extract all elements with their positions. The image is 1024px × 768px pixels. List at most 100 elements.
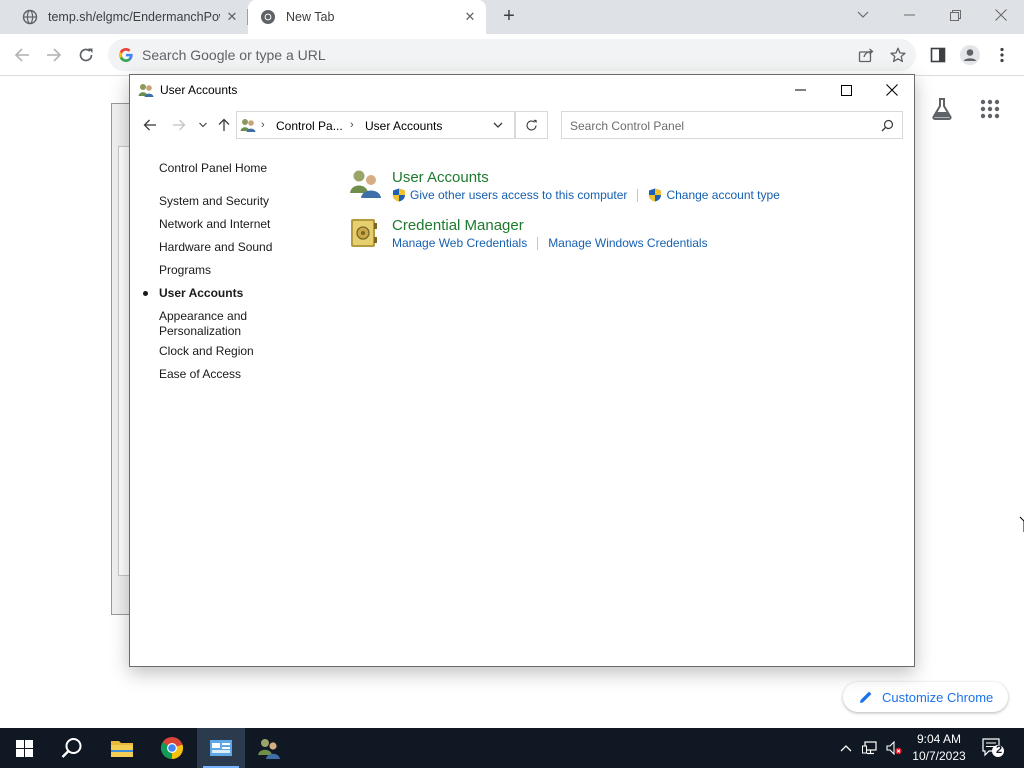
minimize-button[interactable] bbox=[886, 0, 932, 30]
tab-title: temp.sh/elgmc/EndermanchPow bbox=[48, 10, 220, 24]
refresh-icon bbox=[525, 119, 537, 130]
search-icon[interactable] bbox=[881, 119, 894, 132]
customize-chrome-label: Customize Chrome bbox=[882, 689, 994, 705]
category-links: Manage Web Credentials Manage Windows Cr… bbox=[392, 236, 708, 250]
nav-user-accounts[interactable]: User Accounts bbox=[159, 286, 243, 301]
notification-center-icon[interactable]: 2 bbox=[982, 738, 1004, 758]
windows-logo-icon bbox=[15, 739, 33, 757]
chevron-right-icon[interactable]: › bbox=[350, 119, 354, 131]
show-hidden-icons-icon[interactable] bbox=[838, 740, 854, 756]
google-apps-icon[interactable] bbox=[980, 99, 1000, 119]
users-icon bbox=[138, 82, 154, 98]
tab-temp-sh[interactable]: temp.sh/elgmc/EndermanchPow ✕ bbox=[12, 0, 248, 34]
users-icon[interactable] bbox=[348, 167, 382, 201]
restore-button[interactable] bbox=[932, 0, 978, 30]
nav-ease-of-access[interactable]: Ease of Access bbox=[159, 367, 241, 382]
manage-windows-credentials-link[interactable]: Manage Windows Credentials bbox=[548, 236, 707, 250]
more-menu-icon[interactable] bbox=[990, 43, 1014, 67]
close-button[interactable] bbox=[978, 0, 1024, 30]
start-button[interactable] bbox=[0, 728, 48, 768]
search-placeholder: Search Control Panel bbox=[570, 119, 685, 133]
volume-muted-icon[interactable] bbox=[886, 740, 902, 756]
window-titlebar[interactable]: User Accounts bbox=[130, 75, 914, 105]
nav-appearance-line2[interactable]: Personalization bbox=[159, 324, 241, 339]
nav-clock-and-region[interactable]: Clock and Region bbox=[159, 344, 254, 359]
profile-avatar-icon[interactable] bbox=[958, 43, 982, 67]
tab-title: New Tab bbox=[286, 10, 335, 24]
globe-icon bbox=[22, 9, 38, 25]
users-icon bbox=[258, 739, 280, 759]
up-arrow-icon[interactable] bbox=[214, 115, 234, 135]
give-access-link[interactable]: Give other users access to this computer bbox=[410, 188, 627, 202]
search-control-panel-input[interactable]: Search Control Panel bbox=[561, 111, 903, 139]
address-breadcrumb[interactable]: › Control Pa... › User Accounts bbox=[236, 111, 516, 139]
address-bar[interactable]: Search Google or type a URL bbox=[108, 39, 916, 71]
window-close-button[interactable] bbox=[869, 75, 915, 105]
window-maximize-button[interactable] bbox=[823, 75, 869, 105]
labs-flask-icon[interactable] bbox=[930, 97, 954, 121]
chevron-right-icon[interactable]: › bbox=[261, 119, 265, 131]
file-explorer-button[interactable] bbox=[98, 728, 146, 768]
nav-appearance-line1[interactable]: Appearance and bbox=[159, 309, 247, 324]
chrome-icon bbox=[260, 9, 276, 25]
customize-chrome-button[interactable]: Customize Chrome bbox=[843, 682, 1008, 712]
nav-system-and-security[interactable]: System and Security bbox=[159, 194, 269, 209]
taskbar: 9:04 AM 10/7/2023 2 bbox=[0, 728, 1024, 768]
network-icon[interactable] bbox=[862, 740, 878, 756]
nav-network-and-internet[interactable]: Network and Internet bbox=[159, 217, 270, 232]
forward-arrow-icon[interactable] bbox=[169, 115, 189, 135]
chrome-taskbar-button[interactable] bbox=[148, 728, 196, 768]
control-panel-taskbar-button[interactable] bbox=[197, 728, 245, 768]
share-icon[interactable] bbox=[856, 45, 876, 65]
new-tab-button[interactable]: + bbox=[498, 6, 520, 28]
clock-date: 10/7/2023 bbox=[912, 749, 966, 763]
uac-shield-icon bbox=[648, 188, 662, 202]
category-title-user-accounts[interactable]: User Accounts bbox=[392, 169, 489, 186]
vault-icon[interactable] bbox=[348, 215, 382, 249]
side-panel-icon[interactable] bbox=[926, 43, 950, 67]
current-item-bullet bbox=[143, 291, 148, 296]
mouse-cursor bbox=[1019, 516, 1024, 534]
google-g-icon bbox=[118, 47, 134, 63]
search-button[interactable] bbox=[48, 728, 96, 768]
link-divider bbox=[637, 188, 639, 202]
category-title-credential-manager[interactable]: Credential Manager bbox=[392, 217, 524, 234]
notification-count: 2 bbox=[995, 744, 1003, 756]
user-accounts-window: User Accounts › Control Pa... › User Acc… bbox=[129, 74, 915, 667]
explorer-navbar: › Control Pa... › User Accounts Search C… bbox=[130, 109, 914, 141]
back-arrow-icon[interactable] bbox=[140, 115, 160, 135]
reload-icon[interactable] bbox=[74, 43, 98, 67]
refresh-button[interactable] bbox=[514, 111, 548, 139]
pencil-icon bbox=[860, 691, 872, 703]
recent-locations-icon[interactable] bbox=[193, 115, 213, 135]
close-tab-icon[interactable]: ✕ bbox=[224, 9, 240, 25]
breadcrumb-user-accounts[interactable]: User Accounts bbox=[365, 119, 442, 133]
folder-icon bbox=[111, 741, 133, 757]
chrome-icon bbox=[161, 737, 184, 760]
clock-time: 9:04 AM bbox=[916, 732, 962, 746]
nav-control-panel-home[interactable]: Control Panel Home bbox=[159, 161, 267, 176]
nav-hardware-and-sound[interactable]: Hardware and Sound bbox=[159, 240, 272, 255]
back-arrow-icon[interactable] bbox=[10, 43, 34, 67]
tab-new-tab[interactable]: New Tab ✕ bbox=[248, 0, 486, 34]
tab-search-icon[interactable] bbox=[840, 0, 886, 30]
omnibox-placeholder: Search Google or type a URL bbox=[142, 47, 326, 63]
tab-strip: temp.sh/elgmc/EndermanchPow ✕ New Tab ✕ … bbox=[0, 0, 1024, 34]
browser-toolbar: Search Google or type a URL bbox=[0, 34, 1024, 76]
category-links: Give other users access to this computer… bbox=[392, 188, 780, 202]
uac-shield-icon bbox=[392, 188, 406, 202]
window-title: User Accounts bbox=[160, 83, 238, 97]
forward-arrow-icon[interactable] bbox=[42, 43, 66, 67]
window-minimize-button[interactable] bbox=[777, 75, 823, 105]
breadcrumb-control-panel[interactable]: Control Pa... bbox=[276, 119, 343, 133]
manage-web-credentials-link[interactable]: Manage Web Credentials bbox=[392, 236, 527, 250]
search-icon bbox=[61, 738, 82, 758]
chevron-down-icon[interactable] bbox=[491, 118, 505, 132]
taskbar-clock[interactable]: 9:04 AM 10/7/2023 bbox=[908, 731, 970, 765]
change-account-type-link[interactable]: Change account type bbox=[666, 188, 779, 202]
nav-programs[interactable]: Programs bbox=[159, 263, 211, 278]
user-accounts-taskbar-button[interactable] bbox=[245, 728, 293, 768]
control-panel-icon bbox=[210, 740, 232, 756]
close-tab-icon[interactable]: ✕ bbox=[462, 9, 478, 25]
bookmark-star-icon[interactable] bbox=[888, 45, 908, 65]
